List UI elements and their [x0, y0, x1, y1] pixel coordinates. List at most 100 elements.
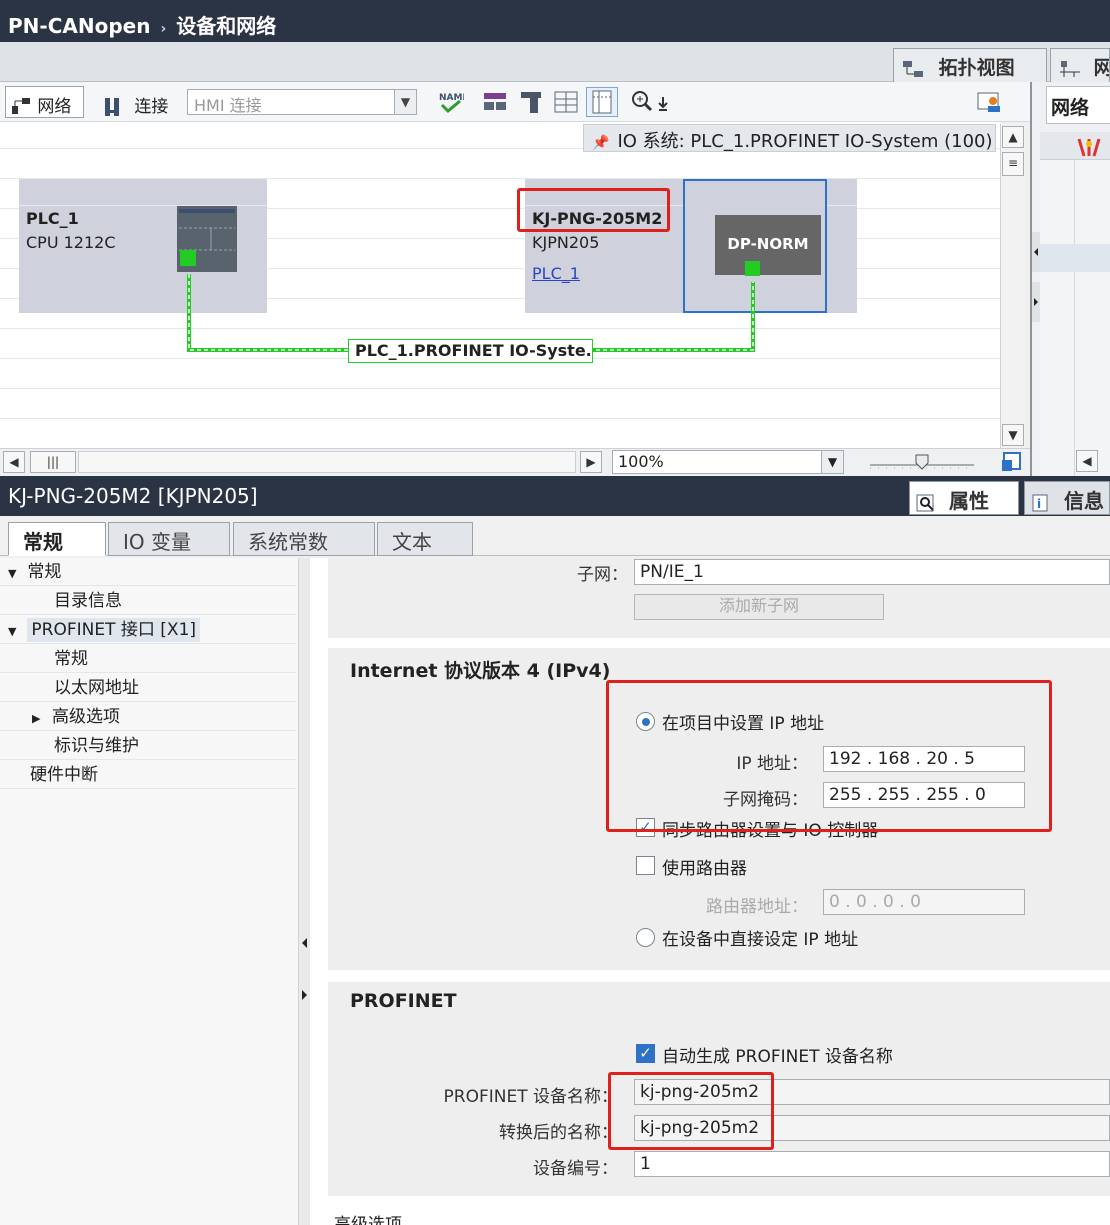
subnet-section: 子网： PN/IE_1 添加新子网	[328, 558, 1110, 638]
project-name: PN-CANopen	[8, 14, 151, 38]
canvas-horizontal-scrollbar: ◀ ||| ▶	[0, 448, 1030, 476]
profinet-title: PROFINET	[350, 990, 457, 1012]
tab-io-tags[interactable]: IO 变量	[108, 522, 230, 556]
scroll-up-icon[interactable]: ▲	[1002, 126, 1024, 148]
tab-texts[interactable]: 文本	[377, 522, 473, 556]
user-screen-icon[interactable]	[976, 89, 1004, 117]
expanded-icon[interactable]: ▼	[8, 618, 22, 646]
network-canvas[interactable]: PLC_1 CPU 1212C KJ-PNG-205M2 KJPN205 PLC…	[0, 122, 1000, 448]
tree-item-pi-general[interactable]: 常规	[0, 645, 296, 673]
device-number-field[interactable]: 1	[634, 1151, 1110, 1177]
tab-network-view[interactable]: 网	[1050, 48, 1110, 82]
router-address-field[interactable]: 0 . 0 . 0 . 0	[823, 889, 1025, 915]
tree-item-ethernet-address[interactable]: 以太网地址	[0, 674, 296, 702]
tab-info-label: 信息	[1063, 489, 1104, 513]
address-overview-icon[interactable]	[482, 89, 508, 115]
tree-item-general[interactable]: ▼ 常规	[0, 558, 296, 586]
set-on-device-label: 在设备中直接设定 IP 地址	[662, 930, 859, 950]
tab-network-right[interactable]: 网络	[1046, 86, 1110, 124]
page-break-icon[interactable]	[586, 87, 618, 117]
scroll-down-icon[interactable]: ▼	[1002, 424, 1024, 446]
checkbox-use-router[interactable]	[636, 856, 655, 875]
network-mode-icon	[10, 96, 32, 118]
tab-topology-label: 拓扑视图	[938, 57, 1015, 79]
network-mode-label: 网络	[37, 97, 72, 117]
connect-label: 连接	[134, 97, 169, 117]
hmi-connection-value: HMI 连接	[194, 96, 262, 115]
tab-properties-label: 属性	[948, 489, 989, 513]
expanded-icon[interactable]: ▼	[8, 560, 22, 588]
add-subnet-button[interactable]: 添加新子网	[634, 594, 884, 620]
tab-system-constants[interactable]: 系统常数	[233, 522, 375, 556]
tree-item-profinet-interface[interactable]: ▼ PROFINET 接口 [X1]	[0, 616, 296, 644]
tree-splitter[interactable]	[298, 558, 310, 1225]
connect-icon	[103, 96, 125, 118]
highlight-device-names	[608, 1072, 774, 1150]
tree-item-advanced-options[interactable]: ▶ 高级选项	[0, 703, 296, 731]
topology-icon	[902, 60, 924, 78]
tab-network-right-label: 网络	[1051, 97, 1090, 119]
selected-row[interactable]	[1040, 244, 1110, 272]
tree-item-label: 常规	[27, 562, 62, 582]
collapsed-icon[interactable]: ▶	[32, 705, 52, 733]
tree-item-id-maintenance[interactable]: 标识与维护	[0, 732, 296, 760]
tree-item-label: 以太网地址	[54, 678, 139, 698]
tab-info[interactable]: i 信息	[1024, 481, 1110, 515]
scroll-left-icon[interactable]: ◀	[3, 451, 25, 473]
zoom-select[interactable]: 100% ▼	[612, 450, 844, 474]
tab-general[interactable]: 常规	[8, 522, 106, 556]
table-icon[interactable]	[553, 89, 579, 115]
network-icon	[1059, 60, 1081, 78]
connect-mode-button[interactable]: 连接	[98, 86, 178, 118]
scroll-right-icon[interactable]: ▶	[580, 451, 602, 473]
highlight-ip-settings	[606, 680, 1052, 832]
collapse-left-icon[interactable]	[299, 926, 309, 960]
device-name-icon[interactable]: NAME	[438, 89, 469, 115]
canvas-vertical-scrollbar[interactable]: ▲ ≡ ▼	[1000, 124, 1025, 448]
info-icon: i	[1031, 493, 1051, 513]
collapse-right-icon[interactable]	[299, 978, 309, 1012]
tab-topology-view[interactable]: 拓扑视图	[893, 48, 1047, 82]
zoom-slider[interactable]	[868, 453, 978, 473]
advanced-options-heading: 高级选项	[334, 1215, 402, 1225]
title-bar: PN-CANopen › 设备和网络	[0, 0, 1110, 42]
tree-item-label: 标识与维护	[54, 736, 139, 756]
subnet-field[interactable]: PN/IE_1	[634, 559, 1110, 585]
overview-navigation-icon[interactable]	[1000, 451, 1024, 473]
tree-item-hardware-interrupt[interactable]: 硬件中断	[0, 761, 296, 789]
hscroll-track[interactable]	[78, 451, 576, 473]
radio-set-on-device[interactable]	[636, 928, 655, 947]
collapse-arrow-left[interactable]	[1032, 232, 1040, 272]
use-router-label: 使用路由器	[662, 859, 747, 879]
tree-item-label: 常规	[54, 649, 88, 669]
zoom-value: 100%	[618, 452, 664, 471]
hmi-connection-select[interactable]: HMI 连接 ▼	[187, 89, 417, 115]
chevron-down-icon[interactable]: ▼	[821, 451, 843, 473]
right-side-panel: 网络 ◀	[1030, 82, 1110, 476]
io-system-bar[interactable]: 📌 IO 系统: PLC_1.PROFINET IO-System (100)	[583, 124, 996, 152]
chevron-down-icon[interactable]: ▼	[394, 90, 416, 114]
property-content: 子网： PN/IE_1 添加新子网 Internet 协议版本 4 (IPv4)…	[310, 558, 1110, 1225]
profinet-network-line[interactable]	[0, 122, 1000, 448]
zoom-icon[interactable]	[630, 89, 676, 115]
svg-text:i: i	[1037, 497, 1041, 511]
router-address-label: 路由器地址：	[706, 897, 808, 917]
collapse-arrow-right[interactable]	[1032, 282, 1040, 322]
network-label[interactable]: PLC_1.PROFINET IO-Syste...	[348, 339, 593, 363]
hscroll-thumb[interactable]: |||	[30, 451, 76, 473]
checkbox-auto-name[interactable]: ✓	[636, 1044, 655, 1063]
selected-object-title: KJ-PNG-205M2 [KJPN205]	[8, 484, 258, 508]
right-panel-scroll-left[interactable]: ◀	[1076, 450, 1098, 472]
tree-item-catalog-info[interactable]: 目录信息	[0, 587, 296, 615]
tab-properties[interactable]: 属性	[909, 481, 1019, 515]
scroll-thumb[interactable]: ≡	[1002, 152, 1024, 176]
column-divider	[1074, 160, 1075, 476]
io-system-label: IO 系统: PLC_1.PROFINET IO-System (100)	[617, 131, 993, 152]
property-tree: ▼ 常规 目录信息 ▼ PROFINET 接口 [X1] 常规 以太网地址 ▶ 高…	[0, 558, 310, 1225]
network-mode-button[interactable]: 网络	[5, 86, 84, 118]
tab-network-label: 网	[1094, 57, 1109, 79]
converted-name-label: 转换后的名称：	[499, 1123, 618, 1143]
ipv4-title: Internet 协议版本 4 (IPv4)	[350, 660, 611, 682]
module-icon[interactable]	[518, 89, 544, 115]
tree-item-label: 目录信息	[54, 591, 122, 611]
